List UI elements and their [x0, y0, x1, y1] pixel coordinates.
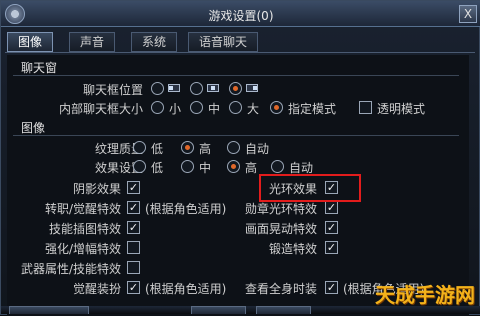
image-section-title: 图像 — [21, 121, 46, 135]
texture-high-label: 高 — [199, 142, 212, 156]
size-medium-label: 中 — [208, 102, 221, 116]
title-bar[interactable]: 游戏设置(0) X — [1, 1, 480, 27]
enhance-effect-checkbox[interactable] — [127, 241, 140, 254]
specify-mode-radio[interactable] — [270, 101, 283, 114]
skill-illust-checkbox[interactable]: ✓ — [127, 221, 140, 234]
awaken-effect-label: 转职/觉醒特效 — [44, 202, 121, 216]
image-settings-panel: 聊天窗 聊天框位置 内部聊天框大小 小 中 大 指定模式 透明模式 图像 纹理质… — [7, 55, 469, 316]
highlight-box — [259, 174, 361, 202]
shadow-effect-label: 阴影效果 — [72, 182, 121, 196]
size-small-label: 小 — [169, 102, 182, 116]
window-title: 游戏设置(0) — [208, 9, 274, 23]
transparent-mode-checkbox[interactable] — [359, 101, 372, 114]
awaken-note: (根据角色适用) — [145, 202, 227, 216]
effect-radio-medium[interactable] — [181, 160, 194, 173]
tab-sound[interactable]: 声音 — [69, 32, 116, 52]
effect-medium-label: 中 — [199, 161, 212, 175]
forge-effect-checkbox[interactable]: ✓ — [325, 241, 338, 254]
weapon-attr-checkbox[interactable] — [127, 261, 140, 274]
texture-radio-auto[interactable] — [227, 141, 240, 154]
awaken-outfit-label: 觉醒装扮 — [72, 282, 121, 296]
screen-shake-checkbox[interactable]: ✓ — [325, 221, 338, 234]
effect-radio-high[interactable] — [227, 160, 240, 173]
chat-position-radio-3[interactable] — [229, 82, 242, 95]
size-large-label: 大 — [247, 102, 260, 116]
texture-radio-low[interactable] — [133, 141, 146, 154]
full-view-checkbox[interactable]: ✓ — [325, 281, 338, 294]
medal-effect-label: 勋章光环特效 — [244, 202, 317, 216]
tab-system[interactable]: 系统 — [131, 32, 178, 52]
awaken-effect-checkbox[interactable]: ✓ — [127, 201, 140, 214]
chat-position-right-icon — [246, 84, 258, 92]
effect-radio-low[interactable] — [133, 160, 146, 173]
medal-effect-checkbox[interactable]: ✓ — [325, 201, 338, 214]
size-radio-small[interactable] — [151, 101, 164, 114]
size-radio-medium[interactable] — [190, 101, 203, 114]
enhance-effect-label: 强化/增幅特效 — [44, 242, 121, 256]
size-radio-large[interactable] — [229, 101, 242, 114]
close-button[interactable]: X — [459, 5, 477, 23]
forge-effect-label: 锻造特效 — [268, 242, 317, 256]
awaken-outfit-checkbox[interactable]: ✓ — [127, 281, 140, 294]
watermark-logo: 天成手游网 — [375, 283, 475, 307]
bottom-button-cancel[interactable] — [256, 306, 311, 314]
effect-setting-label: 效果设置 — [94, 161, 143, 175]
section-divider — [13, 135, 459, 136]
effect-radio-auto[interactable] — [271, 160, 284, 173]
chat-position-label: 聊天框位置 — [82, 83, 143, 97]
weapon-attr-label: 武器属性/技能特效 — [20, 262, 121, 276]
skill-illust-label: 技能插图特效 — [48, 222, 121, 236]
texture-quality-label: 纹理质量 — [94, 142, 143, 156]
inner-chat-size-label: 内部聊天框大小 — [58, 102, 143, 116]
transparent-mode-label: 透明模式 — [377, 102, 426, 116]
bottom-button-left[interactable] — [9, 306, 89, 314]
chat-position-radio-2[interactable] — [190, 82, 203, 95]
tab-divider — [5, 52, 475, 53]
tab-image[interactable]: 图像 — [7, 32, 54, 52]
chat-position-radio-1[interactable] — [151, 82, 164, 95]
texture-auto-label: 自动 — [245, 142, 270, 156]
chat-position-center-icon — [207, 84, 219, 92]
settings-window: 游戏设置(0) X 图像 声音 系统 语音聊天 聊天窗 聊天框位置 内部聊天框大… — [0, 0, 480, 316]
texture-low-label: 低 — [151, 142, 164, 156]
section-divider — [13, 75, 459, 76]
shadow-effect-checkbox[interactable]: ✓ — [127, 181, 140, 194]
screen-shake-label: 画面晃动特效 — [244, 222, 317, 236]
effect-low-label: 低 — [151, 161, 164, 175]
texture-radio-high[interactable] — [181, 141, 194, 154]
full-view-label: 查看全身时装 — [244, 282, 317, 296]
specify-mode-label: 指定模式 — [288, 102, 337, 116]
chat-section-title: 聊天窗 — [21, 61, 58, 75]
effect-high-label: 高 — [245, 161, 258, 175]
chat-position-left-icon — [168, 84, 180, 92]
tab-voice-chat[interactable]: 语音聊天 — [188, 32, 259, 52]
bottom-button-confirm[interactable] — [191, 306, 246, 314]
